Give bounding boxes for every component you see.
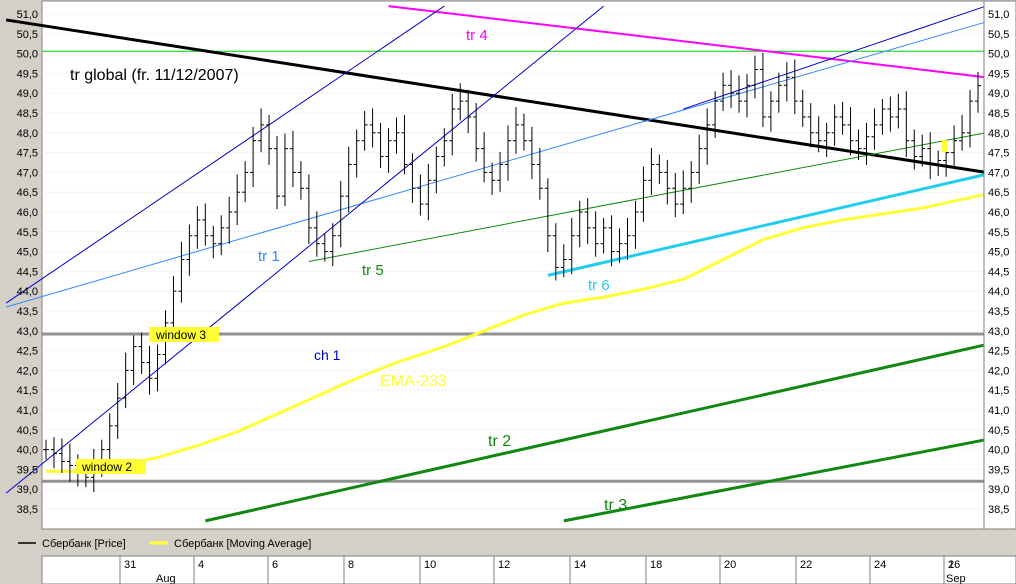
y-tick-label-left: 40,0 [17,445,38,457]
y-tick-label-left: 43,5 [17,306,38,318]
y-tick-label-right: 47,0 [988,167,1009,179]
label-window3: window 3 [155,328,206,342]
label-ema: EMA-233 [380,373,447,390]
y-tick-label-left: 49,5 [17,68,38,80]
legend: Сбербанк [Price] Сбербанк [Moving Average… [0,531,1016,555]
y-tick-label-right: 48,0 [988,128,1009,140]
y-tick-label-left: 49,0 [17,88,38,100]
y-tick-label-right: 43,0 [988,326,1009,338]
y-tick-label-left: 42,5 [17,346,38,358]
y-tick-label-right: 46,0 [988,207,1009,219]
y-tick-label-right: 44,5 [988,266,1009,278]
y-tick-label-left: 40,5 [17,425,38,437]
y-tick-label-left: 47,5 [17,148,38,160]
y-tick-label-left: 45,5 [17,227,38,239]
y-tick-label-right: 49,5 [988,68,1009,80]
y-tick-label-right: 47,5 [988,148,1009,160]
label-ch1: ch 1 [314,347,341,363]
y-tick-label-left: 41,0 [17,405,38,417]
y-tick-label-left: 44,5 [17,266,38,278]
x-tick-label: 18 [650,559,662,571]
y-tick-label-left: 48,5 [17,108,38,120]
label-tr5: tr 5 [362,262,384,279]
x-month-label: Sep [946,573,966,584]
x-tick-label: 10 [424,559,436,571]
y-tick-label-left: 38,5 [17,504,38,516]
y-tick-label-right: 42,5 [988,346,1009,358]
y-tick-label-right: 50,0 [988,49,1009,61]
y-tick-label-left: 47,0 [17,167,38,179]
y-tick-label-left: 50,5 [17,29,38,41]
chart-title: tr global (fr. 11/12/2007) [70,67,239,84]
x-tick-label: 31 [124,559,136,571]
label-tr2: tr 2 [488,433,511,450]
y-tick-label-right: 41,5 [988,385,1009,397]
y-tick-label-right: 51,0 [988,9,1009,21]
y-tick-label-right: 39,0 [988,484,1009,496]
y-tick-label-right: 41,0 [988,405,1009,417]
label-tr4: tr 4 [466,27,488,44]
y-tick-label-left: 51,0 [17,9,38,21]
y-tick-label-right: 49,0 [988,88,1009,100]
x-tick-label: 12 [498,559,510,571]
x-tick-label: 14 [574,559,586,571]
window-marker [942,140,947,152]
y-tick-label-right: 39,5 [988,464,1009,476]
x-tick-label: 1 [948,559,954,571]
y-tick-label-left: 45,0 [17,247,38,259]
y-tick-label-right: 45,0 [988,247,1009,259]
y-tick-label-left: 41,5 [17,385,38,397]
x-month-label: Aug [156,573,176,584]
y-tick-label-right: 40,0 [988,445,1009,457]
y-tick-label-left: 39,0 [17,484,38,496]
y-tick-label-right: 48,5 [988,108,1009,120]
chart-window: 50,0649,1942,9239,20 51,051,050,550,550,… [0,0,1016,584]
label-tr6: tr 6 [588,277,610,294]
y-tick-label-right: 43,5 [988,306,1009,318]
label-tr1: tr 1 [258,248,280,265]
x-tick-label: 8 [348,559,354,571]
y-tick-label-right: 40,5 [988,425,1009,437]
y-tick-label-left: 46,5 [17,187,38,199]
x-tick-label: 4 [198,559,204,571]
legend-label-ma: Сбербанк [Moving Average] [174,538,311,550]
y-tick-label-right: 44,0 [988,286,1009,298]
y-tick-label-right: 45,5 [988,227,1009,239]
label-tr3: tr 3 [604,497,627,514]
x-tick-label: 6 [272,559,278,571]
y-tick-label-left: 48,0 [17,128,38,140]
legend-label-price: Сбербанк [Price] [42,538,126,550]
y-tick-label-left: 46,0 [17,207,38,219]
x-tick-label: 24 [874,559,886,571]
x-tick-label: 20 [724,559,736,571]
y-tick-label-left: 39,5 [17,464,38,476]
y-tick-label-left: 43,0 [17,326,38,338]
label-window2: window 2 [81,460,132,474]
y-tick-label-right: 42,0 [988,365,1009,377]
x-tick-label: 22 [800,559,812,571]
y-tick-label-left: 42,0 [17,365,38,377]
y-tick-label-right: 46,5 [988,187,1009,199]
y-tick-label-left: 44,0 [17,286,38,298]
y-tick-label-right: 50,5 [988,29,1009,41]
y-tick-label-left: 50,0 [17,49,38,61]
x-axis: 31 4 6 8 10 12 14 18 20 22 24 261Aug Sep [41,555,1016,584]
y-tick-label-right: 38,5 [988,504,1009,516]
price-chart: 50,0649,1942,9239,20 51,051,050,550,550,… [0,0,1016,584]
